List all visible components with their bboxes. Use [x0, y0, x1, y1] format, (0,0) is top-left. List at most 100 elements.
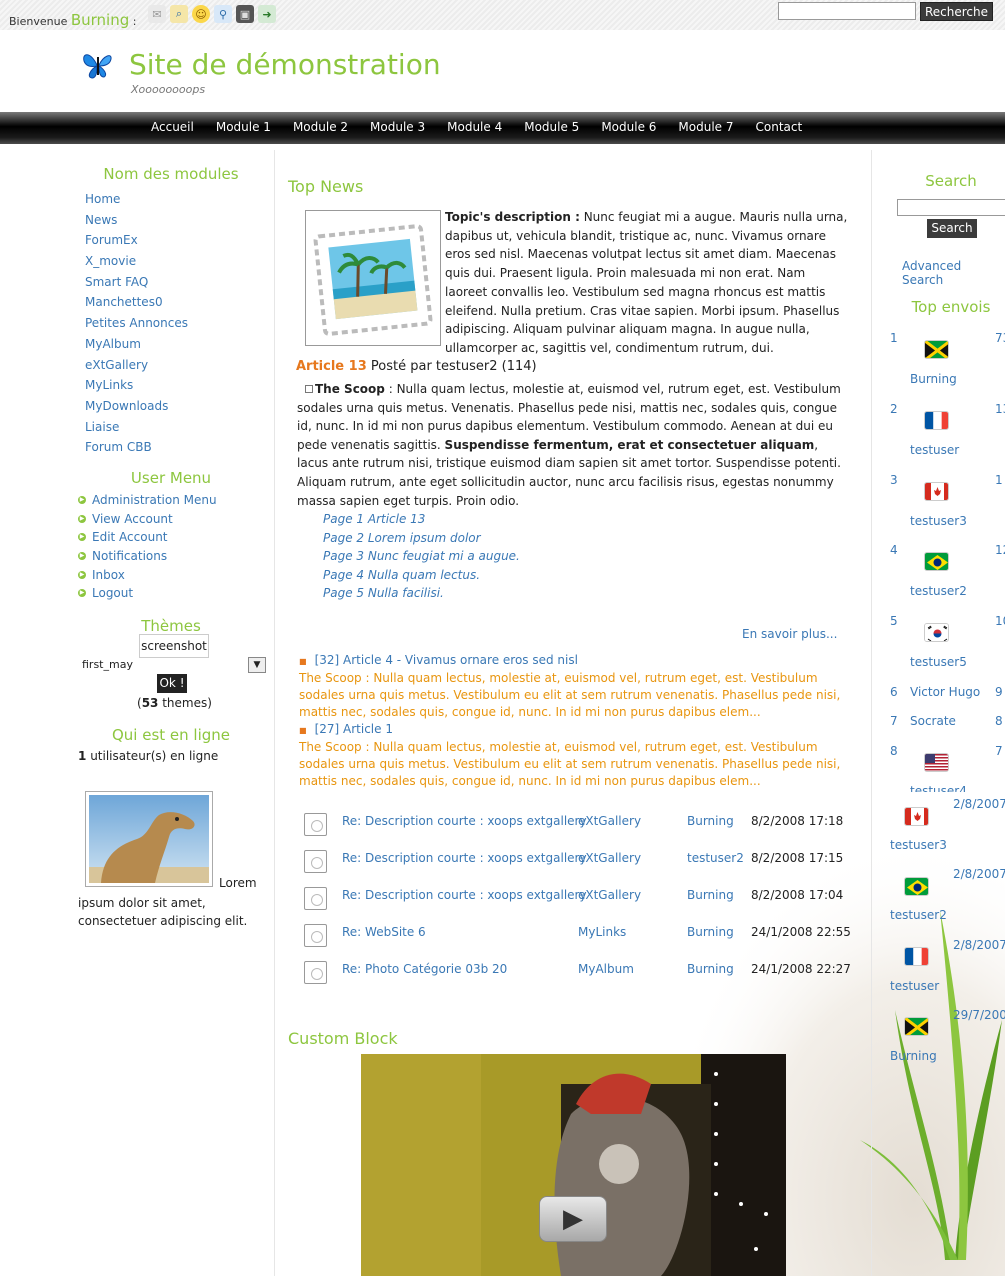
post-title[interactable]: Re: Description courte : xoops extgaller…	[342, 888, 587, 902]
nav-module-5[interactable]: Module 5	[513, 112, 590, 144]
brazil-flag-icon	[924, 552, 949, 571]
user-menu-edit-account[interactable]: ▶ Edit Account	[78, 528, 217, 547]
arrow-icon: ▶	[78, 552, 86, 561]
online-count-label: utilisateur(s) en ligne	[90, 749, 219, 763]
module-link-news[interactable]: News	[85, 210, 188, 231]
nav-module-7[interactable]: Module 7	[667, 112, 744, 144]
table-row: Re: Description courte : xoops extgaller…	[304, 809, 864, 846]
user-menu-notifications[interactable]: ▶ Notifications	[78, 547, 217, 566]
post-title[interactable]: Re: WebSite 6	[342, 925, 426, 939]
read-more-link[interactable]: En savoir plus...	[742, 627, 837, 641]
theme-select[interactable]: first_may	[82, 658, 133, 671]
butterfly-logo-icon[interactable]	[80, 47, 116, 83]
module-link-mydownloads[interactable]: MyDownloads	[85, 396, 188, 417]
nav-accueil[interactable]: Accueil	[140, 112, 205, 144]
search-doc-icon[interactable]: ⌕	[170, 5, 188, 23]
nav-module-3[interactable]: Module 3	[359, 112, 436, 144]
search-button[interactable]: Search	[927, 219, 977, 238]
post-title[interactable]: Re: Description courte : xoops extgaller…	[342, 814, 587, 828]
page-link-1[interactable]: Page 1 Article 13	[323, 510, 520, 529]
top-user-name[interactable]: testuser2	[910, 584, 967, 598]
module-link-petites-annonces[interactable]: Petites Annonces	[85, 313, 188, 334]
search-input[interactable]	[897, 199, 1005, 216]
nav-module-6[interactable]: Module 6	[590, 112, 667, 144]
post-title[interactable]: Re: Description courte : xoops extgaller…	[342, 851, 587, 865]
page-link-3[interactable]: Page 3 Nunc feugiat mi a augue.	[323, 547, 520, 566]
jamaica-flag-icon	[904, 1017, 929, 1036]
top-search-input[interactable]	[778, 2, 916, 20]
module-link-forum-cbb[interactable]: Forum CBB	[85, 437, 188, 458]
module-link-extgallery[interactable]: eXtGallery	[85, 355, 188, 376]
video-player[interactable]: ▶	[361, 1054, 786, 1276]
welcome-separator: :	[132, 15, 137, 28]
post-user[interactable]: Burning	[687, 925, 734, 939]
member-name[interactable]: Burning	[890, 1049, 937, 1063]
page-link-4[interactable]: Page 4 Nulla quam lectus.	[323, 566, 520, 585]
user-menu-inbox[interactable]: ▶ Inbox	[78, 565, 217, 584]
top-user-name[interactable]: Socrate	[910, 714, 956, 728]
smiley-icon[interactable]: ☺	[192, 5, 210, 23]
post-title[interactable]: Re: Photo Catégorie 03b 20	[342, 962, 507, 976]
top-user-name[interactable]: Burning	[910, 372, 957, 386]
magnifier-icon[interactable]: ⚲	[214, 5, 232, 23]
post-user[interactable]: Burning	[687, 888, 734, 902]
post-date: 24/1/2008 22:55	[751, 925, 851, 939]
post-module[interactable]: MyAlbum	[578, 962, 634, 976]
post-user[interactable]: Burning	[687, 962, 734, 976]
nav-contact[interactable]: Contact	[745, 112, 814, 144]
member-name[interactable]: testuser2	[890, 908, 947, 922]
top-count: 73	[995, 331, 1005, 345]
advanced-search-link[interactable]: Advanced Search	[902, 259, 1005, 287]
top-user-name[interactable]: Victor Hugo	[910, 685, 980, 699]
news-item-title[interactable]: ■ [32] Article 4 - Vivamus ornare eros se…	[299, 652, 849, 670]
post-user[interactable]: testuser2	[687, 851, 744, 865]
post-module[interactable]: eXtGallery	[578, 851, 641, 865]
play-icon[interactable]: ▶	[539, 1196, 607, 1242]
module-link-manchettes[interactable]: Manchettes0	[85, 292, 188, 313]
top-user-name[interactable]: testuser4	[910, 784, 967, 792]
top-search-button[interactable]: Recherche	[920, 2, 993, 21]
top-user-name[interactable]: testuser	[910, 443, 959, 457]
article-header: Article 13 Posté par testuser2 (114)	[296, 359, 537, 374]
welcome-text: Bienvenue Burning :	[9, 11, 136, 29]
user-menu-label: View Account	[92, 511, 173, 526]
theme-count: (53 themes)	[137, 696, 212, 710]
module-link-liaise[interactable]: Liaise	[85, 417, 188, 438]
site-title[interactable]: Site de démonstration	[129, 48, 441, 81]
topic-description: Topic's description : Nunc feugiat mi a …	[445, 208, 850, 358]
square-bullet-icon: ■	[299, 657, 307, 666]
user-menu-admin[interactable]: ▶ Administration Menu	[78, 491, 217, 510]
theme-ok-button[interactable]: Ok !	[157, 674, 187, 693]
module-link-home[interactable]: Home	[85, 189, 188, 210]
logout-icon[interactable]: ➜	[258, 5, 276, 23]
module-link-mylinks[interactable]: MyLinks	[85, 375, 188, 396]
page-link-2[interactable]: Page 2 Lorem ipsum dolor	[323, 529, 520, 548]
article-title[interactable]: Article 13	[296, 359, 367, 374]
module-link-smart-faq[interactable]: Smart FAQ	[85, 272, 188, 293]
member-name[interactable]: testuser3	[890, 838, 947, 852]
news-item-title[interactable]: ■ [27] Article 1	[299, 721, 849, 739]
username-link[interactable]: Burning	[71, 11, 129, 29]
nav-module-4[interactable]: Module 4	[436, 112, 513, 144]
top-user-name[interactable]: testuser5	[910, 655, 967, 669]
module-link-myalbum[interactable]: MyAlbum	[85, 334, 188, 355]
nav-module-2[interactable]: Module 2	[282, 112, 359, 144]
chevron-down-icon[interactable]: ▼	[248, 657, 266, 673]
mail-icon[interactable]: ✉	[148, 5, 166, 23]
arrow-icon: ▶	[78, 514, 86, 523]
top-count: 1	[995, 473, 1003, 487]
post-module[interactable]: eXtGallery	[578, 888, 641, 902]
post-module[interactable]: MyLinks	[578, 925, 626, 939]
page-link-5[interactable]: Page 5 Nulla facilisi.	[323, 584, 520, 603]
nav-module-1[interactable]: Module 1	[205, 112, 282, 144]
user-menu-logout[interactable]: ▶ Logout	[78, 584, 217, 603]
post-module[interactable]: eXtGallery	[578, 814, 641, 828]
module-link-x-movie[interactable]: X_movie	[85, 251, 188, 272]
image-icon[interactable]: ▣	[236, 5, 254, 23]
member-name[interactable]: testuser	[890, 979, 939, 993]
arrow-icon: ▶	[78, 533, 86, 542]
user-menu-view-account[interactable]: ▶ View Account	[78, 510, 217, 529]
top-user-name[interactable]: testuser3	[910, 514, 967, 528]
module-link-forumex[interactable]: ForumEx	[85, 230, 188, 251]
post-user[interactable]: Burning	[687, 814, 734, 828]
